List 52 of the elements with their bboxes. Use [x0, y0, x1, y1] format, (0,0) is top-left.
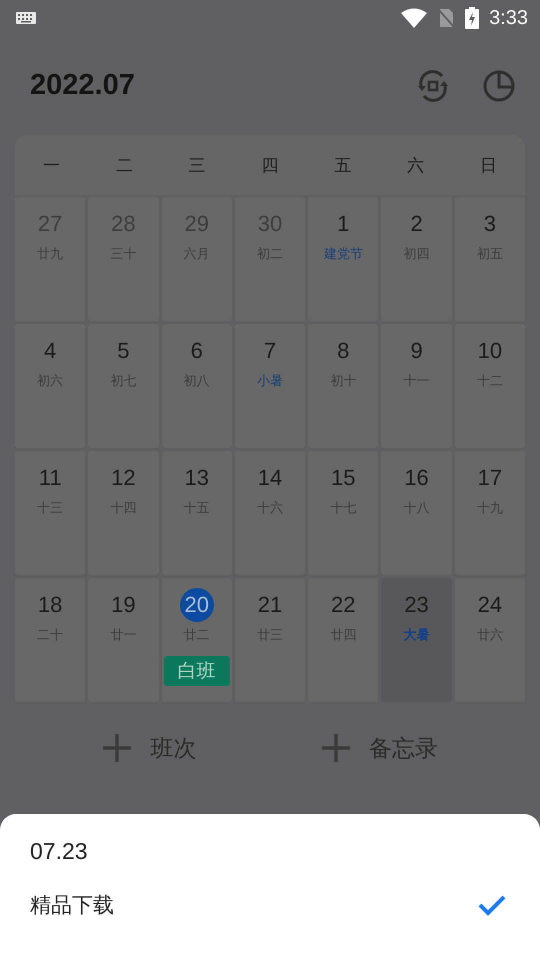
day-number: 15 [330, 464, 357, 492]
day-number: 12 [110, 464, 137, 492]
day-number: 16 [403, 464, 430, 492]
keyboard-icon [16, 12, 36, 24]
shift-tag: 白班 [164, 656, 230, 686]
lunar-date: 大暑 [404, 627, 430, 644]
day-number: 21 [256, 591, 284, 619]
day-number: 10 [476, 337, 504, 365]
day-number: 17 [476, 464, 504, 492]
day-cell[interactable]: 23 大暑 [381, 578, 452, 702]
day-number: 19 [110, 591, 137, 619]
day-number: 9 [409, 337, 424, 365]
plus-icon [102, 733, 132, 763]
lunar-date: 建党节 [324, 246, 363, 263]
day-number: 22 [330, 591, 357, 619]
day-number: 5 [116, 337, 131, 365]
lunar-date: 小暑 [256, 373, 283, 390]
weekday-label: 四 [261, 154, 278, 176]
sync-icon[interactable] [416, 68, 450, 102]
day-number: 14 [256, 464, 284, 492]
day-number: 3 [482, 210, 497, 238]
day-number: 6 [190, 337, 204, 365]
no-sim-icon [437, 8, 456, 28]
sheet-title: 07.23 [30, 838, 88, 865]
day-cell[interactable]: 7 小暑 [234, 324, 306, 448]
day-number: 8 [336, 337, 350, 365]
weekday-label: 五 [334, 154, 352, 176]
weekday-label: 三 [188, 154, 206, 176]
day-number: 4 [43, 337, 58, 365]
day-cell[interactable]: 1 建党节 [308, 197, 378, 321]
month-title: 2022.07 [30, 69, 135, 102]
plus-icon [320, 733, 351, 763]
sheet-option[interactable]: 精品下载 [30, 891, 510, 919]
weekday-label: 六 [407, 154, 424, 176]
day-number: 23 [403, 591, 430, 619]
day-number: 1 [336, 210, 350, 238]
weekday-label: 一 [42, 154, 60, 176]
weekday-label: 二 [116, 154, 133, 176]
day-number: 13 [183, 464, 210, 492]
day-number: 11 [38, 464, 63, 492]
weekday-label: 日 [480, 154, 498, 176]
day-number: 7 [262, 337, 278, 365]
status-time: 3:33 [489, 6, 528, 30]
day-number: 24 [476, 591, 504, 619]
battery-icon [465, 7, 480, 29]
check-icon [478, 894, 506, 916]
pie-chart-icon[interactable] [482, 68, 516, 102]
wifi-icon [401, 8, 428, 28]
option-label: 精品下载 [30, 892, 114, 919]
day-number: 18 [36, 591, 64, 619]
day-number: 20 [180, 588, 214, 622]
day-number: 2 [409, 210, 424, 238]
